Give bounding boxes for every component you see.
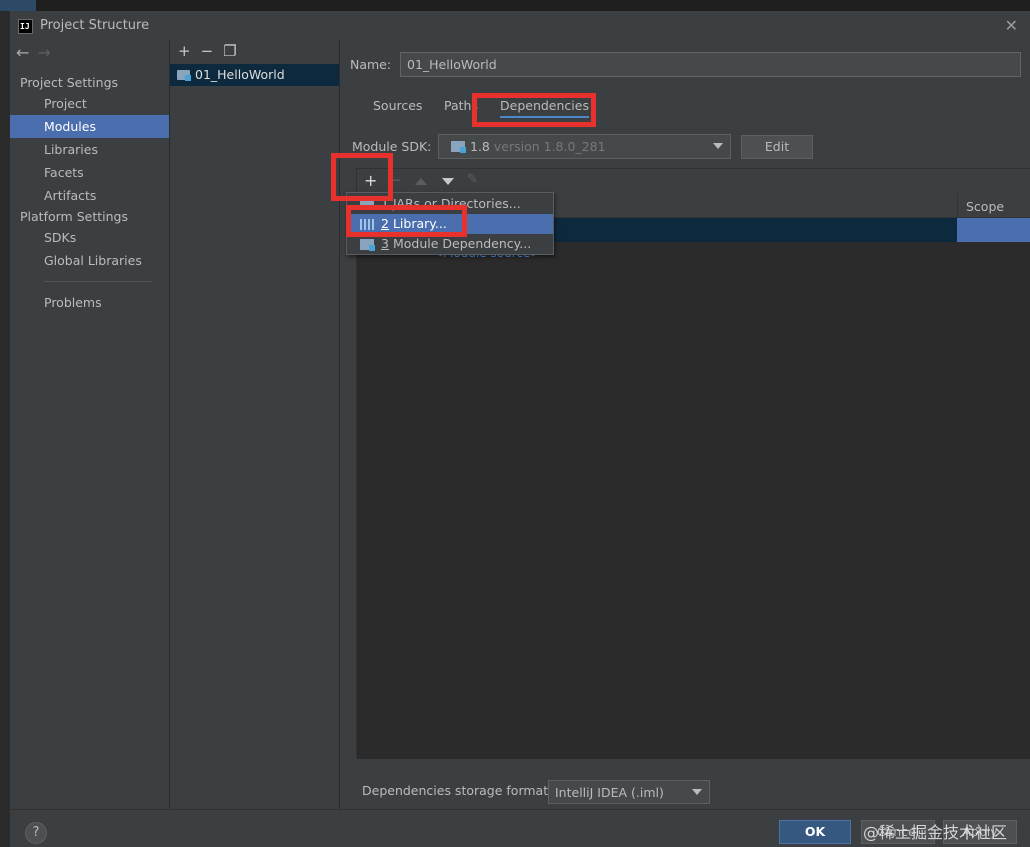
sidebar-item-global-libraries[interactable]: Global Libraries xyxy=(10,249,169,272)
scope-cell[interactable] xyxy=(957,218,1030,242)
sidebar-item-sdks[interactable]: SDKs xyxy=(10,226,169,249)
sidebar-item-facets[interactable]: Facets xyxy=(10,161,169,184)
scope-column-header[interactable]: Scope xyxy=(957,194,1030,218)
module-icon xyxy=(360,239,375,251)
name-label: Name: xyxy=(350,57,392,72)
move-down-icon[interactable] xyxy=(442,178,454,185)
settings-sidebar: ← → Project Settings Project Modules Libr… xyxy=(10,40,169,809)
chevron-down-icon xyxy=(713,143,723,149)
sidebar-item-artifacts[interactable]: Artifacts xyxy=(10,184,169,207)
dependencies-toolbar: + − ✎ xyxy=(357,169,1030,194)
dialog-footer: ? OK Cancel Apply @稀土掘金技术社区 xyxy=(10,809,1030,847)
dependencies-table: Scope <Module source> xyxy=(357,194,1030,759)
project-structure-dialog: IJ Project Structure ✕ ← → Project Settin… xyxy=(10,11,1030,847)
watermark: @稀土掘金技术社区 xyxy=(863,823,1008,842)
popup-item-number: 3 xyxy=(381,236,389,251)
module-list-panel: + − ❐ 01_HelloWorld xyxy=(170,40,339,809)
dependencies-panel: + − ✎ Scope <Module source> xyxy=(356,168,1030,759)
module-item-label: 01_HelloWorld xyxy=(195,67,285,82)
popup-item-label: JARs or Directories... xyxy=(392,196,521,211)
sdk-folder-icon xyxy=(451,141,466,153)
library-icon xyxy=(360,219,374,230)
name-field[interactable]: 01_HelloWorld xyxy=(400,52,1021,77)
background-tab xyxy=(0,0,36,11)
title-bar: IJ Project Structure ✕ xyxy=(10,11,1030,40)
popup-item-label: Module Dependency... xyxy=(392,236,532,251)
popup-item-module-dependency[interactable]: 3 Module Dependency... xyxy=(348,234,553,254)
popup-item-library[interactable]: 2 Library... xyxy=(348,214,553,234)
tab-paths[interactable]: Paths xyxy=(444,98,478,113)
popup-item-number: 1 xyxy=(381,196,389,211)
background-window-strip xyxy=(0,0,1030,11)
remove-module-icon[interactable]: − xyxy=(201,42,214,60)
sidebar-item-problems[interactable]: Problems xyxy=(10,291,169,314)
intellij-logo-icon: IJ xyxy=(18,19,33,34)
close-icon[interactable]: ✕ xyxy=(1005,16,1018,35)
window-title: Project Structure xyxy=(40,18,150,33)
sdk-value: 1.8 xyxy=(470,139,490,154)
popup-item-label: Library... xyxy=(392,216,447,231)
ok-button[interactable]: OK xyxy=(779,820,851,844)
sdk-version: version 1.8.0_281 xyxy=(493,139,606,154)
move-up-icon[interactable] xyxy=(415,178,427,185)
back-arrow-icon[interactable]: ← xyxy=(16,43,29,62)
edit-pencil-icon[interactable]: ✎ xyxy=(467,172,478,187)
storage-format-label: Dependencies storage format: xyxy=(362,783,553,798)
jar-icon xyxy=(360,199,374,210)
add-dependency-icon[interactable]: + xyxy=(364,171,377,190)
popup-item-jars[interactable]: 1 JARs or Directories... xyxy=(348,194,553,214)
module-sdk-label: Module SDK: xyxy=(352,139,432,154)
sidebar-divider xyxy=(44,281,152,282)
help-button[interactable]: ? xyxy=(25,822,47,844)
sidebar-header-platform-settings: Platform Settings xyxy=(20,209,128,224)
popup-item-number: 2 xyxy=(381,216,389,231)
forward-arrow-icon[interactable]: → xyxy=(37,43,50,62)
module-folder-icon xyxy=(177,70,191,81)
sidebar-header-project-settings: Project Settings xyxy=(20,75,119,90)
storage-format-dropdown[interactable]: IntelliJ IDEA (.iml) xyxy=(548,780,710,804)
chevron-down-icon xyxy=(692,789,702,795)
module-item[interactable]: 01_HelloWorld xyxy=(170,64,339,86)
module-sdk-dropdown[interactable]: 1.8 version 1.8.0_281 xyxy=(438,134,731,159)
storage-format-value: IntelliJ IDEA (.iml) xyxy=(555,785,664,800)
tab-dependencies[interactable]: Dependencies xyxy=(500,98,589,118)
sidebar-item-libraries[interactable]: Libraries xyxy=(10,138,169,161)
copy-module-icon[interactable]: ❐ xyxy=(223,42,236,60)
remove-dependency-icon[interactable]: − xyxy=(391,173,401,187)
sidebar-item-project[interactable]: Project xyxy=(10,92,169,115)
add-module-icon[interactable]: + xyxy=(178,42,191,60)
tab-sources[interactable]: Sources xyxy=(373,98,422,113)
edit-sdk-button[interactable]: Edit xyxy=(741,135,813,159)
add-dependency-popup: 1 JARs or Directories... 2 Library... 3 Mod… xyxy=(346,192,554,255)
sidebar-item-modules[interactable]: Modules xyxy=(10,115,169,138)
nav-arrows: ← → xyxy=(16,43,59,62)
module-toolbar: + − ❐ xyxy=(178,42,247,60)
module-settings-panel: Name: 01_HelloWorld Sources Paths Depend… xyxy=(340,40,1030,809)
